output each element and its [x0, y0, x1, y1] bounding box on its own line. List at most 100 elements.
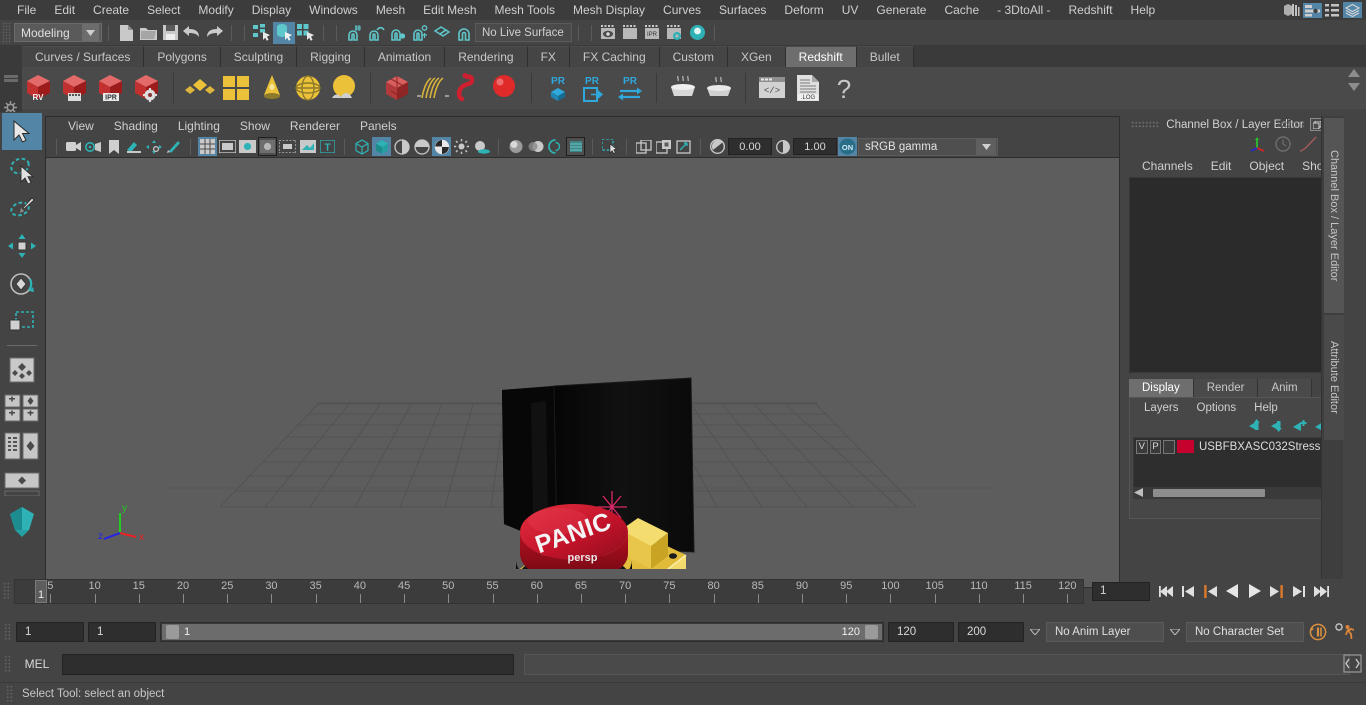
ipr-render-button[interactable]: IPR [642, 22, 664, 44]
camera-select-icon[interactable] [64, 137, 83, 156]
range-end-grip[interactable] [865, 625, 878, 639]
redshift-pr-export-icon[interactable]: PR [577, 71, 611, 105]
film-gate-mask-icon[interactable] [278, 137, 297, 156]
redshift-ipr-icon[interactable]: IPR [94, 71, 128, 105]
redshift-volume-icon[interactable] [452, 71, 486, 105]
shelf-tab-rigging[interactable]: Rigging [297, 46, 365, 67]
channel-menu-channels[interactable]: Channels [1133, 159, 1202, 173]
menu-item-curves[interactable]: Curves [654, 0, 710, 20]
layer-scroll-thumb[interactable] [1153, 488, 1265, 497]
layer-playback-toggle[interactable]: P [1149, 439, 1162, 454]
two-d-pan-zoom-icon[interactable] [144, 137, 163, 156]
viewport-menu-shading[interactable]: Shading [104, 117, 168, 136]
menu-item-deform[interactable]: Deform [775, 0, 832, 20]
anim-layer-selector[interactable]: No Anim Layer [1046, 622, 1164, 642]
character-set-selector[interactable]: No Character Set [1186, 622, 1304, 642]
xray-icon[interactable] [298, 137, 317, 156]
last-tool-used-button[interactable] [2, 351, 42, 388]
help-line-grip[interactable] [6, 685, 14, 703]
layout-quick-panels-button[interactable] [2, 389, 42, 426]
script-editor-button[interactable] [1343, 654, 1362, 673]
menu-item-mesh-tools[interactable]: Mesh Tools [486, 0, 564, 20]
smooth-shade-all-icon[interactable] [372, 137, 391, 156]
layer-row[interactable]: V P USBFBXASC032StressFBXASC [1134, 438, 1336, 455]
snap-to-point-button[interactable] [387, 22, 409, 44]
viewport-menu-show[interactable]: Show [230, 117, 280, 136]
layer-visibility-toggle[interactable]: V [1136, 439, 1148, 454]
layer-menu-layers[interactable]: Layers [1135, 402, 1188, 414]
panel-grip-right[interactable] [1277, 121, 1305, 128]
open-scene-button[interactable] [137, 22, 159, 44]
layer-tab-display[interactable]: Display [1129, 379, 1194, 397]
shelf-tab-curves-surfaces[interactable]: Curves / Surfaces [22, 46, 145, 67]
redshift-texture-icon[interactable] [219, 71, 253, 105]
channel-menu-edit[interactable]: Edit [1202, 159, 1241, 173]
time-slider-grip[interactable] [3, 582, 11, 600]
mel-command-input[interactable] [62, 653, 514, 675]
menu-item-surfaces[interactable]: Surfaces [710, 0, 775, 20]
camera-attributes-icon[interactable] [84, 137, 103, 156]
text-overlay-icon[interactable]: T [318, 137, 337, 156]
shelf-tab-xgen[interactable]: XGen [727, 46, 786, 67]
curve-icon[interactable] [1299, 136, 1317, 152]
new-scene-button[interactable] [115, 22, 137, 44]
screen-space-ao-icon[interactable] [506, 137, 525, 156]
resolution-gate-icon[interactable] [238, 137, 257, 156]
shadows-icon[interactable] [472, 137, 491, 156]
menu-item-cache[interactable]: Cache [935, 0, 988, 20]
hardware-texturing-icon[interactable] [412, 137, 431, 156]
next-key-button[interactable] [1266, 581, 1287, 602]
select-by-object-type-button[interactable] [273, 21, 295, 44]
play-forwards-button[interactable] [1244, 581, 1265, 602]
menu-item-edit[interactable]: Edit [45, 0, 84, 20]
depth-peeling-icon[interactable] [566, 137, 585, 156]
grid-toggle-icon[interactable] [198, 137, 217, 156]
film-gate-icon[interactable] [218, 137, 237, 156]
vertical-tab-attribute-editor[interactable]: Attribute Editor [1324, 315, 1344, 440]
menu-item-generate[interactable]: Generate [867, 0, 935, 20]
bookmark-icon[interactable] [104, 137, 123, 156]
redshift-dome-light-icon[interactable] [291, 71, 325, 105]
grease-pencil-icon[interactable] [164, 137, 183, 156]
gate-mask-icon[interactable] [258, 137, 277, 156]
gamma-icon[interactable] [773, 137, 792, 156]
shelf-tab-rendering[interactable]: Rendering [445, 46, 528, 67]
snap-to-grid-button[interactable] [343, 22, 365, 44]
color-management-toggle-icon[interactable]: ON [838, 137, 857, 156]
render-settings-button[interactable] [664, 22, 686, 44]
previous-key-button[interactable] [1200, 581, 1221, 602]
redshift-script-editor-icon[interactable]: </> [755, 71, 789, 105]
channel-box-content-area[interactable] [1129, 177, 1341, 373]
shade-wireframe-icon[interactable] [392, 137, 411, 156]
snap-to-view-planes-button[interactable] [431, 22, 453, 44]
menu-item-windows[interactable]: Windows [300, 0, 367, 20]
shelf-tab-polygons[interactable]: Polygons [144, 46, 221, 67]
redshift-render-settings-icon[interactable] [130, 71, 164, 105]
shelf-scroll-arrows[interactable] [1348, 69, 1360, 91]
move-layer-down-icon[interactable] [1271, 419, 1286, 432]
layer-tab-anim[interactable]: Anim [1258, 379, 1312, 397]
command-response-field[interactable] [524, 653, 1350, 675]
motion-blur-icon[interactable] [526, 137, 545, 156]
menu-item-redshift[interactable]: Redshift [1060, 0, 1122, 20]
layer-color-swatch[interactable] [1177, 440, 1194, 453]
menu-item-edit-mesh[interactable]: Edit Mesh [414, 0, 485, 20]
shelf-tab-custom[interactable]: Custom [659, 46, 728, 67]
redshift-log-icon[interactable]: .LOG [791, 71, 825, 105]
redshift-sphere-icon[interactable] [488, 71, 522, 105]
redshift-environment-icon[interactable] [327, 71, 361, 105]
channel-menu-object[interactable]: Object [1240, 159, 1293, 173]
modeling-toolkit-icon[interactable] [1283, 3, 1300, 18]
layer-list-scrollbar[interactable] [1134, 487, 1336, 498]
viewport-menu-panels[interactable]: Panels [350, 117, 407, 136]
redshift-proxy-icon[interactable] [380, 71, 414, 105]
exposure-reset-icon[interactable] [674, 137, 693, 156]
hypershade-toggle-button[interactable] [686, 22, 708, 44]
range-slider-bar[interactable]: 1 120 [160, 622, 884, 642]
select-by-component-type-button[interactable] [295, 22, 317, 44]
menu-item-file[interactable]: File [8, 0, 45, 20]
range-end-field[interactable]: 120 [888, 622, 954, 642]
scale-tool-button[interactable] [2, 303, 42, 340]
gamma-value-field[interactable]: 1.00 [793, 138, 837, 155]
viewport-menu-renderer[interactable]: Renderer [280, 117, 350, 136]
